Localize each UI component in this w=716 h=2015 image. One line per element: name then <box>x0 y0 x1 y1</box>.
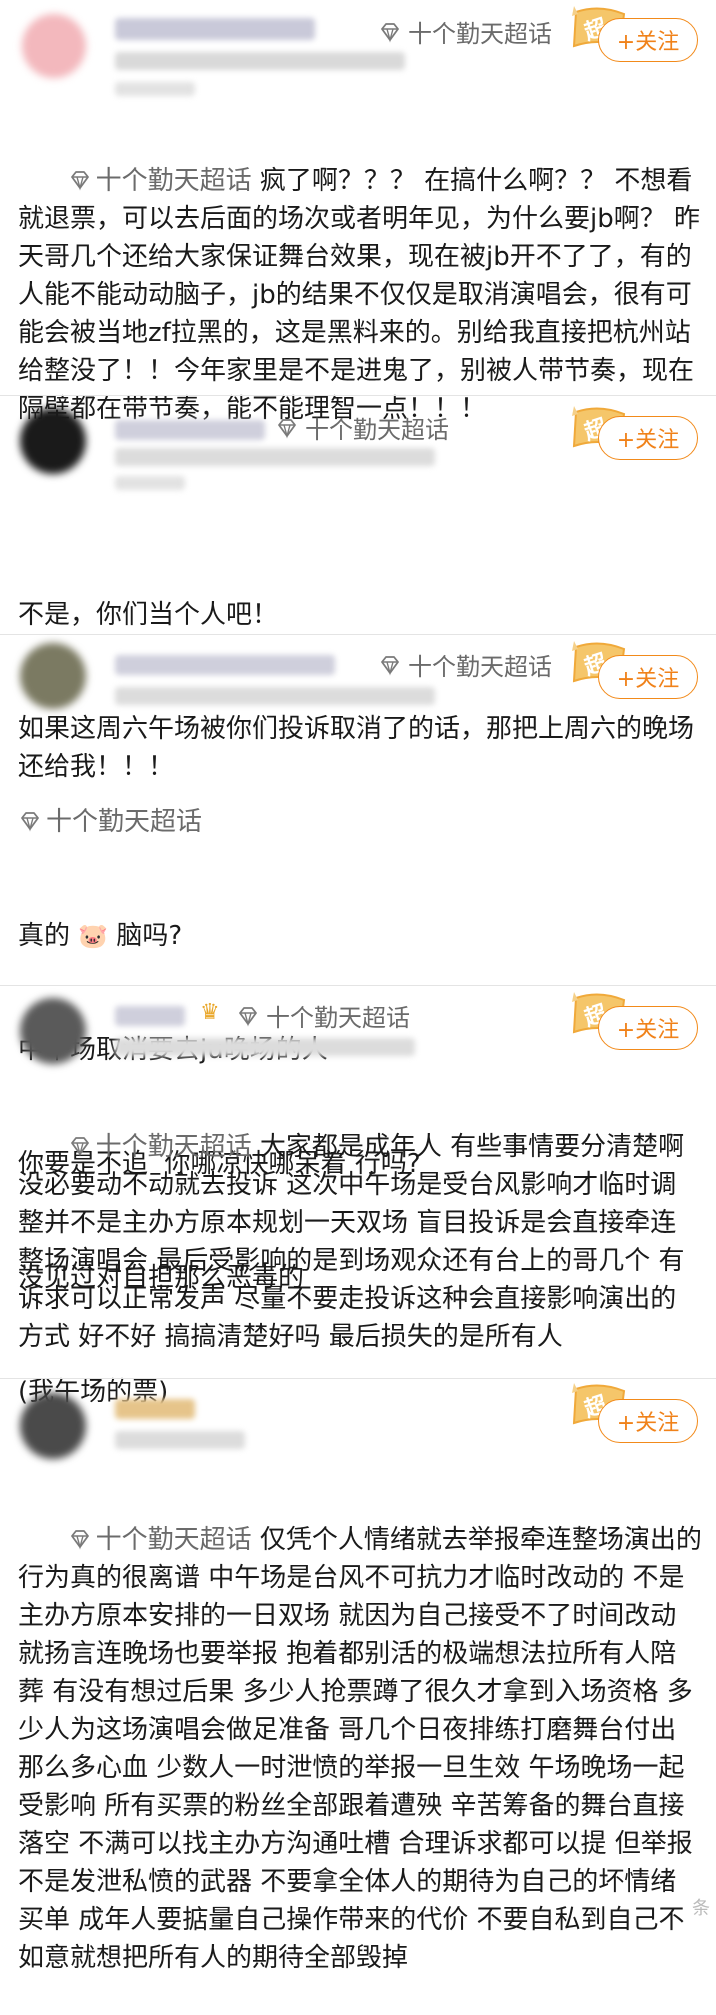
supertopic-tag[interactable]: 十个勤天超话 <box>275 410 449 445</box>
avatar[interactable] <box>20 998 86 1064</box>
post-2-line-1: 不是，你们当个人吧！ <box>18 600 279 630</box>
supertopic-label: 十个勤天超话 <box>408 20 552 48</box>
supertopic-inline[interactable]: 十个勤天超话 <box>68 1132 252 1162</box>
watermark: 条 <box>692 1898 710 1919</box>
username[interactable] <box>115 1399 195 1419</box>
post-3-line-1: 真的 🐷 脑吗? <box>18 917 702 955</box>
post-1: 十个勤天超话 超 +关注 十个勤天超话 疯了啊？？？ 在搞什么啊？？ 不想看就退… <box>0 0 716 424</box>
diamond-icon <box>68 1527 92 1551</box>
avatar[interactable] <box>20 408 86 474</box>
crown-icon: ♛ <box>200 1000 220 1025</box>
post-body: 十个勤天超话 仅凭个人情绪就去举报牵连整场演出的行为真的很离谱 中午场是台风不可… <box>18 1483 702 2015</box>
line-suffix: 脑吗? <box>108 921 183 951</box>
supertopic-inline-label: 十个勤天超话 <box>46 807 203 837</box>
post-5-text: 仅凭个人情绪就去举报牵连整场演出的行为真的很离谱 中午场是台风不可抗力才临时改动… <box>18 1525 702 1973</box>
post-4-text: 大家都是成年人 有些事情要分清楚啊 没必要动不动就去投诉 这次中午场是受台风影响… <box>18 1132 693 1352</box>
diamond-icon <box>236 1004 260 1028</box>
post-meta <box>115 1038 415 1056</box>
supertopic-inline[interactable]: 十个勤天超话 <box>68 1525 252 1555</box>
follow-button[interactable]: +关注 <box>598 655 698 699</box>
post-3: 十个勤天超话 超 +关注 十个勤天超话 真的 🐷 脑吗? 中午场取消要去ju晚场… <box>0 634 716 1407</box>
follow-button[interactable]: +关注 <box>598 1006 698 1050</box>
diamond-icon <box>68 1134 92 1158</box>
pig-emoji-icon: 🐷 <box>78 922 109 950</box>
diamond-icon <box>378 653 402 677</box>
post-meta <box>115 1431 245 1449</box>
post-2: 十个勤天超话 超 +关注 不是，你们当个人吧！ 如果这周六午场被你们投诉取消了的… <box>0 395 716 782</box>
post-meta <box>115 448 435 466</box>
diamond-icon <box>378 20 402 44</box>
supertopic-label: 十个勤天超话 <box>266 1004 410 1032</box>
post-1-text: 疯了啊？？？ 在搞什么啊？？ 不想看就退票，可以去后面的场次或者明年见，为什么要… <box>18 166 700 424</box>
username[interactable] <box>115 18 315 40</box>
supertopic-label: 十个勤天超话 <box>408 653 552 681</box>
supertopic-tag[interactable]: 十个勤天超话 <box>236 998 410 1033</box>
follow-button[interactable]: +关注 <box>598 416 698 460</box>
supertopic-inline-label: 十个勤天超话 <box>95 1132 252 1162</box>
post-meta-2 <box>115 82 195 96</box>
post-meta <box>115 687 435 705</box>
diamond-icon <box>18 809 42 833</box>
supertopic-inline[interactable]: 十个勤天超话 <box>68 166 252 196</box>
follow-button[interactable]: +关注 <box>598 1399 698 1443</box>
supertopic-inline[interactable]: 十个勤天超话 <box>18 803 702 841</box>
post-meta-2 <box>115 476 185 490</box>
supertopic-label: 十个勤天超话 <box>305 416 449 444</box>
username[interactable] <box>115 420 265 440</box>
post-4: ♛ 十个勤天超话 超 +关注 十个勤天超话 大家都是成年人 有些事情要分清楚啊 … <box>0 985 716 1378</box>
post-body: 十个勤天超话 大家都是成年人 有些事情要分清楚啊 没必要动不动就去投诉 这次中午… <box>18 1090 702 1394</box>
feed: 十个勤天超话 超 +关注 十个勤天超话 疯了啊？？？ 在搞什么啊？？ 不想看就退… <box>0 0 716 1973</box>
supertopic-inline-label: 十个勤天超话 <box>95 1525 252 1555</box>
supertopic-tag[interactable]: 十个勤天超话 <box>378 647 552 682</box>
avatar[interactable] <box>20 1393 86 1459</box>
diamond-icon <box>275 416 299 440</box>
post-5: 超 +关注 十个勤天超话 仅凭个人情绪就去举报牵连整场演出的行为真的很离谱 中午… <box>0 1378 716 1973</box>
post-meta <box>115 52 405 70</box>
avatar[interactable] <box>20 643 86 709</box>
follow-button[interactable]: +关注 <box>598 18 698 62</box>
diamond-icon <box>68 168 92 192</box>
username[interactable] <box>115 1006 185 1026</box>
supertopic-tag[interactable]: 十个勤天超话 <box>378 14 552 49</box>
avatar[interactable] <box>22 14 86 78</box>
line-prefix: 真的 <box>18 921 79 951</box>
username[interactable] <box>115 655 335 675</box>
supertopic-inline-label: 十个勤天超话 <box>95 166 252 196</box>
